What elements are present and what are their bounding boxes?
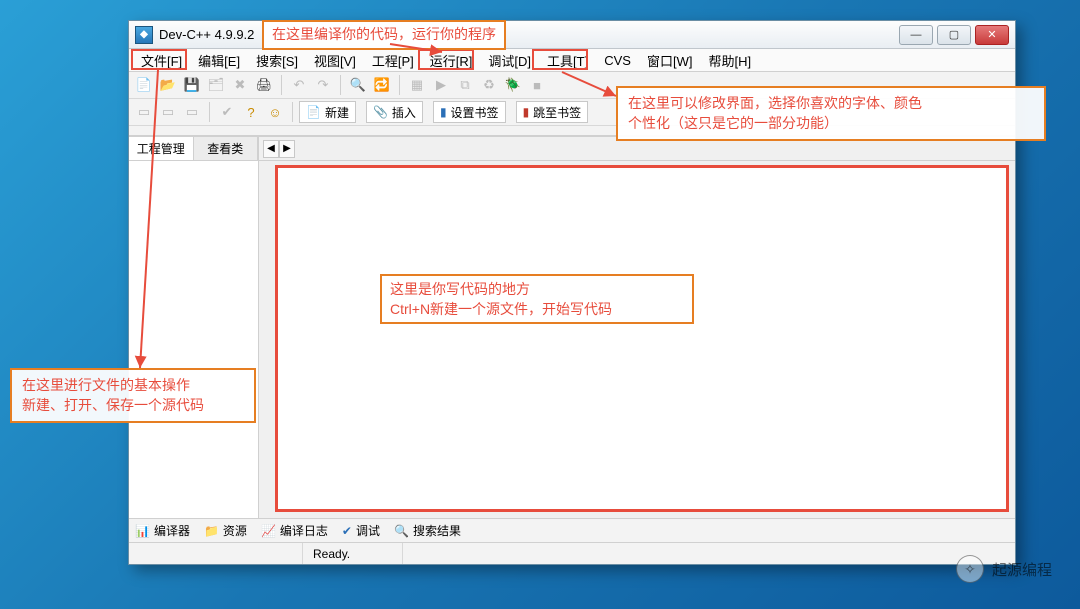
tab-project[interactable]: 工程管理 — [129, 137, 194, 160]
watermark-icon: ✧ — [956, 555, 984, 583]
btab-debug-label: 调试 — [356, 522, 380, 539]
save-all-icon[interactable]: 🗂 — [205, 74, 227, 96]
btab-compiler[interactable]: 📊 编译器 — [135, 522, 190, 539]
project-tree[interactable] — [129, 161, 258, 518]
close-tab-icon[interactable]: ✖ — [229, 74, 251, 96]
log-icon: 📈 — [261, 524, 276, 538]
side-tabs: 工程管理 查看类 — [129, 137, 258, 161]
annotation-top-text: 在这里编译你的代码，运行你的程序 — [272, 26, 496, 42]
app-icon: ◆ — [135, 26, 153, 44]
main-area: ◀ ▶ — [259, 137, 1015, 518]
t2-check[interactable]: ✔ — [216, 101, 238, 123]
bookmark-icon: ▮ — [440, 105, 447, 119]
watermark-text: 起源编程 — [992, 559, 1052, 580]
resource-icon: 📁 — [204, 524, 219, 538]
menu-edit[interactable]: 编辑[E] — [190, 48, 248, 73]
bottom-tabs: 📊 编译器 📁 资源 📈 编译日志 ✔ 调试 🔍 搜索结果 — [129, 518, 1015, 542]
annotation-right: 在这里可以修改界面，选择你喜欢的字体、颜色 个性化（这只是它的一部分功能） — [616, 86, 1046, 141]
tab-classes[interactable]: 查看类 — [194, 137, 259, 160]
annotation-center: 这里是你写代码的地方 Ctrl+N新建一个源文件，开始写代码 — [390, 280, 612, 319]
compile-icon[interactable]: ▦ — [406, 74, 428, 96]
menu-view[interactable]: 视图[V] — [306, 48, 364, 73]
btab-compiler-label: 编译器 — [154, 522, 190, 539]
menu-project[interactable]: 工程[P] — [364, 48, 422, 73]
status-ready: Ready. — [303, 543, 403, 564]
minimize-button[interactable]: — — [899, 25, 933, 45]
compile-run-icon[interactable]: ⧉ — [454, 74, 476, 96]
goto-bookmark-label: 跳至书签 — [533, 104, 581, 121]
btab-search-results[interactable]: 🔍 搜索结果 — [394, 522, 461, 539]
annotation-left-line2: 新建、打开、保存一个源代码 — [22, 396, 244, 416]
menu-window[interactable]: 窗口[W] — [639, 48, 701, 73]
help-icon[interactable]: ? — [240, 101, 262, 123]
t2-a[interactable]: ▭ — [133, 101, 155, 123]
about-icon[interactable]: ☺ — [264, 101, 286, 123]
annotation-top: 在这里编译你的代码，运行你的程序 — [262, 20, 506, 50]
status-bar: Ready. — [129, 542, 1015, 564]
watermark: ✧ 起源编程 — [956, 555, 1052, 583]
annotation-right-line1: 在这里可以修改界面，选择你喜欢的字体、颜色 — [628, 94, 1034, 114]
print-icon[interactable]: 🖨 — [253, 74, 275, 96]
tab-scroll-right-icon[interactable]: ▶ — [279, 140, 295, 158]
menu-help[interactable]: 帮助[H] — [700, 48, 759, 73]
menu-run[interactable]: 运行[R] — [422, 48, 481, 73]
maximize-button[interactable]: ▢ — [937, 25, 971, 45]
menu-cvs[interactable]: CVS — [596, 50, 639, 71]
replace-icon[interactable]: 🔁 — [371, 74, 393, 96]
open-file-icon[interactable]: 📂 — [157, 74, 179, 96]
side-panel: 工程管理 查看类 — [129, 137, 259, 518]
check-icon: ✔ — [342, 524, 352, 538]
separator — [281, 75, 282, 95]
rebuild-icon[interactable]: ♻ — [478, 74, 500, 96]
separator — [209, 102, 210, 122]
insert-icon: 📎 — [373, 105, 388, 119]
new-doc-icon: 📄 — [306, 105, 321, 119]
btab-compile-log[interactable]: 📈 编译日志 — [261, 522, 328, 539]
menu-bar: 文件[F] 编辑[E] 搜索[S] 视图[V] 工程[P] 运行[R] 调试[D… — [129, 49, 1015, 72]
stop-icon[interactable]: ■ — [526, 74, 548, 96]
search-results-icon: 🔍 — [394, 524, 409, 538]
insert-label: 插入 — [392, 104, 416, 121]
code-editor[interactable] — [275, 165, 1009, 512]
run-icon[interactable]: ▶ — [430, 74, 452, 96]
btab-compile-log-label: 编译日志 — [280, 522, 328, 539]
annotation-center-line1: 这里是你写代码的地方 — [390, 280, 612, 300]
find-icon[interactable]: 🔍 — [347, 74, 369, 96]
debug-icon[interactable]: 🪲 — [502, 74, 524, 96]
btab-search-results-label: 搜索结果 — [413, 522, 461, 539]
separator — [399, 75, 400, 95]
tab-scroll-left-icon[interactable]: ◀ — [263, 140, 279, 158]
save-icon[interactable]: 💾 — [181, 74, 203, 96]
btab-debug[interactable]: ✔ 调试 — [342, 522, 380, 539]
close-button[interactable]: ✕ — [975, 25, 1009, 45]
compiler-icon: 📊 — [135, 524, 150, 538]
set-bookmark-dropdown[interactable]: ▮ 设置书签 — [433, 101, 506, 123]
annotation-left: 在这里进行文件的基本操作 新建、打开、保存一个源代码 — [10, 368, 256, 423]
undo-icon[interactable]: ↶ — [288, 74, 310, 96]
goto-bookmark-dropdown[interactable]: ▮ 跳至书签 — [516, 101, 589, 123]
separator — [292, 102, 293, 122]
menu-search[interactable]: 搜索[S] — [248, 48, 306, 73]
t2-c[interactable]: ▭ — [181, 101, 203, 123]
btab-resource[interactable]: 📁 资源 — [204, 522, 247, 539]
goto-bookmark-icon: ▮ — [523, 105, 530, 119]
new-label: 新建 — [325, 104, 349, 121]
new-dropdown[interactable]: 📄 新建 — [299, 101, 356, 123]
client-area: 工程管理 查看类 ◀ ▶ — [129, 136, 1015, 518]
annotation-right-line2: 个性化（这只是它的一部分功能） — [628, 114, 1034, 134]
menu-debug[interactable]: 调试[D] — [480, 48, 539, 73]
menu-tools[interactable]: 工具[T] — [539, 48, 596, 73]
redo-icon[interactable]: ↷ — [312, 74, 334, 96]
window-title: Dev-C++ 4.9.9.2 — [159, 27, 254, 42]
set-bookmark-label: 设置书签 — [451, 104, 499, 121]
btab-resource-label: 资源 — [223, 522, 247, 539]
new-file-icon[interactable]: 📄 — [133, 74, 155, 96]
annotation-center-line2: Ctrl+N新建一个源文件，开始写代码 — [390, 300, 612, 320]
annotation-left-line1: 在这里进行文件的基本操作 — [22, 376, 244, 396]
t2-b[interactable]: ▭ — [157, 101, 179, 123]
status-cell-1 — [133, 543, 303, 564]
insert-dropdown[interactable]: 📎 插入 — [366, 101, 423, 123]
menu-file[interactable]: 文件[F] — [133, 48, 190, 73]
separator — [340, 75, 341, 95]
